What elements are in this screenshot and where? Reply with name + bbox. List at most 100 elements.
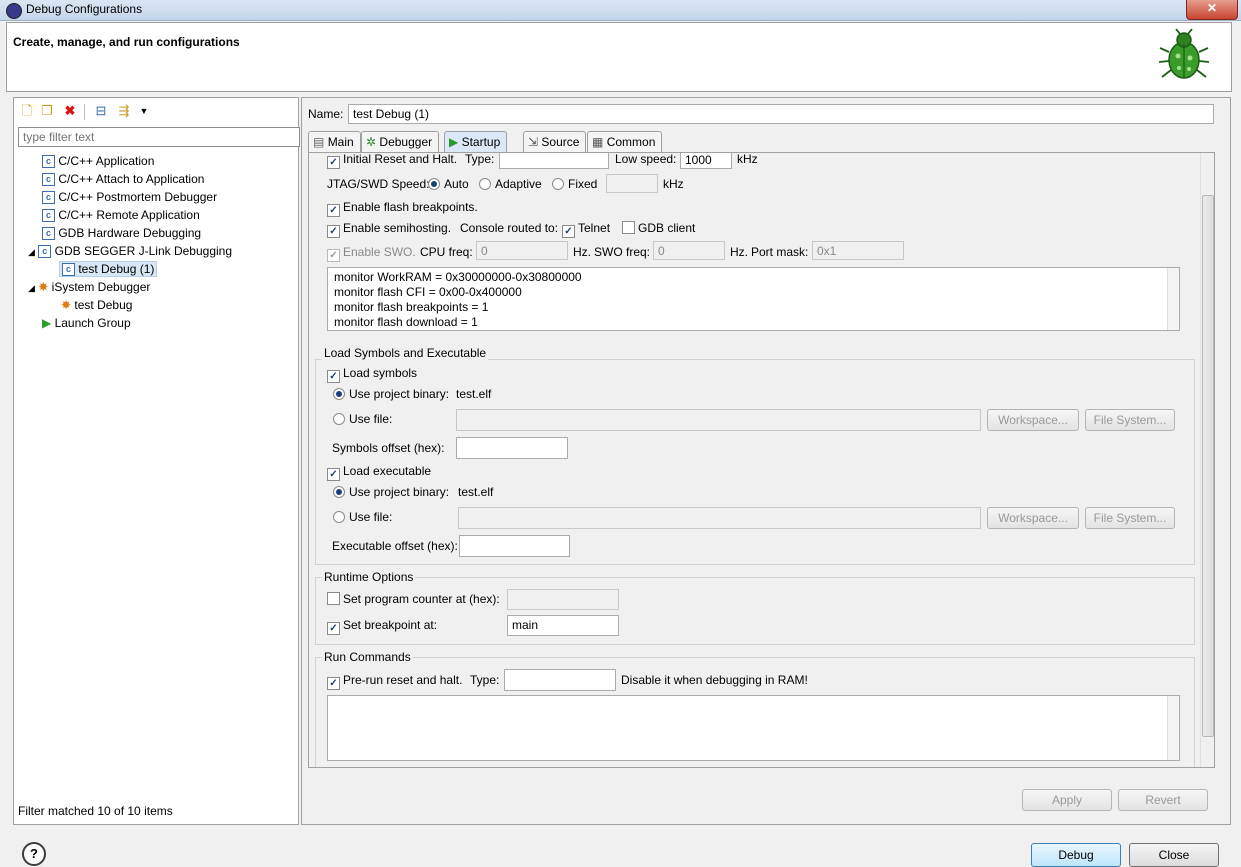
speed-adaptive-radio[interactable]: Adaptive xyxy=(479,177,542,191)
radio-selected[interactable] xyxy=(333,388,345,400)
exec-workspace-button[interactable]: Workspace... xyxy=(987,507,1079,529)
duplicate-icon[interactable]: ❐ xyxy=(39,103,55,119)
flash-breakpoints-checkbox[interactable]: ✓ Enable flash breakpoints. xyxy=(327,200,478,217)
port-mask-input[interactable]: 0x1 xyxy=(812,241,904,260)
telnet-checkbox[interactable]: ✓ Telnet xyxy=(562,221,610,238)
symbols-use-file-radio[interactable]: Use file: xyxy=(333,412,392,426)
checkbox-checked[interactable]: ✓ xyxy=(327,225,340,238)
tab-content-scrollbar[interactable] xyxy=(1200,153,1214,767)
scrollbar-thumb[interactable] xyxy=(1202,195,1214,737)
close-button[interactable]: Close xyxy=(1129,843,1219,867)
initial-reset-checkbox[interactable]: ✓ Initial Reset and Halt. xyxy=(327,153,457,169)
checkbox-checked[interactable]: ✓ xyxy=(562,225,575,238)
dialog-header: Create, manage, and run configurations xyxy=(6,22,1232,92)
isystem-icon: ✸ xyxy=(61,298,72,312)
filter-icon[interactable]: ⇶ xyxy=(116,103,132,119)
tree-item[interactable]: ✸ test Debug xyxy=(61,298,132,312)
tab-debugger[interactable]: ✲ Debugger xyxy=(361,131,440,152)
semihosting-checkbox[interactable]: ✓ Enable semihosting. xyxy=(327,221,451,238)
tree-item[interactable]: ◢ c GDB SEGGER J-Link Debugging xyxy=(28,244,232,259)
checkbox-checked[interactable]: ✓ xyxy=(327,156,340,169)
checkbox-checked[interactable]: ✓ xyxy=(327,468,340,481)
radio-unselected[interactable] xyxy=(479,178,491,190)
tree-item[interactable]: ◢ ✸ iSystem Debugger xyxy=(28,280,150,294)
load-executable-checkbox[interactable]: ✓ Load executable xyxy=(327,464,431,481)
set-breakpoint-checkbox[interactable]: ✓ Set breakpoint at: xyxy=(327,618,437,635)
speed-fixed-radio[interactable]: Fixed xyxy=(552,177,597,191)
tree-item[interactable]: c C/C++ Attach to Application xyxy=(42,172,204,187)
init-commands-scrollbar[interactable] xyxy=(1167,268,1179,330)
checkbox-checked[interactable]: ✓ xyxy=(327,622,340,635)
breakpoint-input[interactable]: main xyxy=(507,615,619,636)
collapse-all-icon[interactable]: ⊟ xyxy=(93,103,109,119)
symbols-workspace-button[interactable]: Workspace... xyxy=(987,409,1079,431)
set-pc-input[interactable] xyxy=(507,589,619,610)
checkbox-checked[interactable]: ✓ xyxy=(327,677,340,690)
exec-file-input[interactable] xyxy=(458,507,981,529)
runtime-options-group-title: Runtime Options xyxy=(322,570,416,584)
load-symbols-checkbox[interactable]: ✓ Load symbols xyxy=(327,366,417,383)
enable-swo-checkbox[interactable]: ✓ Enable SWO. xyxy=(327,245,416,262)
menu-dropdown-icon[interactable]: ▼ xyxy=(136,103,152,119)
tab-main[interactable]: ▤ Main xyxy=(308,131,361,152)
radio-selected[interactable] xyxy=(428,178,440,190)
symbols-file-input[interactable] xyxy=(456,409,981,431)
expand-arrow-icon[interactable]: ◢ xyxy=(28,283,35,293)
exec-project-binary-radio[interactable]: Use project binary: xyxy=(333,485,449,499)
checkbox-checked[interactable]: ✓ xyxy=(327,204,340,217)
tree-item[interactable]: c GDB Hardware Debugging xyxy=(42,226,201,241)
swo-freq-input[interactable]: 0 xyxy=(653,241,725,260)
window-close-button[interactable]: ✕ xyxy=(1186,0,1238,20)
tab-startup[interactable]: ▶ Startup xyxy=(444,131,508,152)
checkbox-unchecked[interactable] xyxy=(327,592,340,605)
tree-item[interactable]: c C/C++ Remote Application xyxy=(42,208,200,223)
khz-label: kHz xyxy=(737,152,758,166)
radio-unselected[interactable] xyxy=(552,178,564,190)
low-speed-input[interactable]: 1000 xyxy=(680,153,732,169)
cpu-freq-label: CPU freq: xyxy=(420,245,473,259)
symbols-offset-input[interactable] xyxy=(456,437,568,459)
run-commands-textarea[interactable] xyxy=(327,695,1180,761)
gdb-client-checkbox[interactable]: GDB client xyxy=(622,221,695,235)
symbols-project-binary-radio[interactable]: Use project binary: xyxy=(333,387,449,401)
help-icon[interactable]: ? xyxy=(22,842,46,866)
debug-button[interactable]: Debug xyxy=(1031,843,1121,867)
fixed-speed-input[interactable] xyxy=(606,174,658,193)
expand-arrow-icon[interactable]: ◢ xyxy=(28,247,35,257)
bug-icon xyxy=(1158,28,1210,79)
checkbox-unchecked[interactable] xyxy=(622,221,635,234)
exec-use-file-radio[interactable]: Use file: xyxy=(333,510,392,524)
set-pc-checkbox[interactable]: Set program counter at (hex): xyxy=(327,592,500,606)
filter-input[interactable] xyxy=(18,127,300,147)
symbols-filesystem-button[interactable]: File System... xyxy=(1085,409,1175,431)
tab-common[interactable]: ▦ Common xyxy=(587,131,663,152)
config-name-input[interactable]: test Debug (1) xyxy=(348,104,1214,124)
tree-item[interactable]: ▶ Launch Group xyxy=(42,316,131,330)
exec-offset-input[interactable] xyxy=(459,535,570,557)
tab-source[interactable]: ⇲ Source xyxy=(523,131,587,152)
delete-icon[interactable]: ✖ xyxy=(62,103,78,119)
tree-item[interactable]: c C/C++ Application xyxy=(42,154,154,169)
init-commands-textarea[interactable]: monitor WorkRAM = 0x30000000-0x30800000 … xyxy=(327,267,1180,331)
pre-run-reset-checkbox[interactable]: ✓ Pre-run reset and halt. xyxy=(327,673,462,690)
cpu-freq-input[interactable]: 0 xyxy=(476,241,568,260)
apply-button[interactable]: Apply xyxy=(1022,789,1112,811)
pre-run-note: Disable it when debugging in RAM! xyxy=(621,673,808,687)
tree-item-selected[interactable]: c test Debug (1) xyxy=(59,261,158,278)
name-label: Name: xyxy=(308,107,344,121)
checkbox-checked[interactable]: ✓ xyxy=(327,370,340,383)
revert-button[interactable]: Revert xyxy=(1118,789,1208,811)
run-commands-scrollbar[interactable] xyxy=(1167,696,1179,760)
radio-unselected[interactable] xyxy=(333,413,345,425)
reset-type-input[interactable] xyxy=(499,153,609,169)
pre-run-type-input[interactable] xyxy=(504,669,616,691)
radio-unselected[interactable] xyxy=(333,511,345,523)
radio-selected[interactable] xyxy=(333,486,345,498)
tree-item[interactable]: c C/C++ Postmortem Debugger xyxy=(42,190,217,205)
exec-filesystem-button[interactable]: File System... xyxy=(1085,507,1175,529)
new-config-icon[interactable]: 🗋 xyxy=(19,103,35,119)
speed-auto-radio[interactable]: Auto xyxy=(428,177,469,191)
checkbox-checked-disabled[interactable]: ✓ xyxy=(327,249,340,262)
console-routed-label: Console routed to: xyxy=(460,221,559,235)
hz-label-1: Hz. xyxy=(573,245,591,259)
